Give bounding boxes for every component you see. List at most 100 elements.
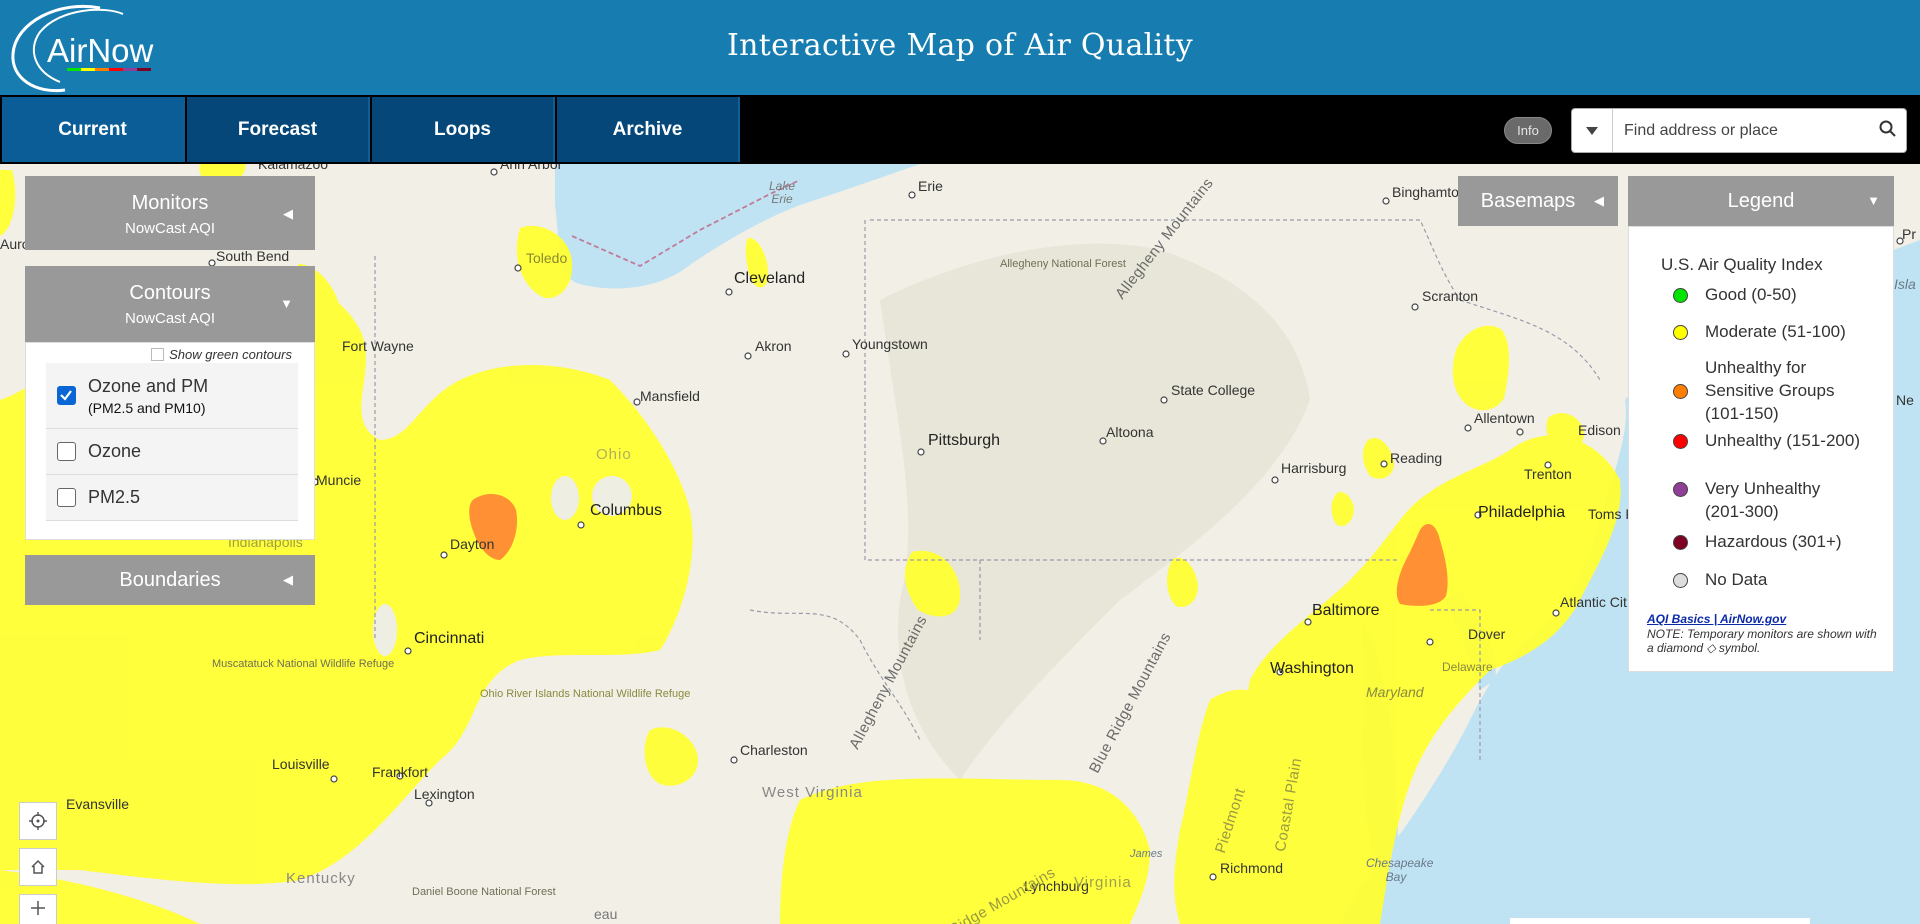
legend-item-unhealthy: Unhealthy (151-200) bbox=[1673, 429, 1860, 452]
locate-icon bbox=[29, 812, 47, 830]
map-label-state: Virginia bbox=[1074, 874, 1132, 891]
ozone-pm-sublabel: (PM2.5 and PM10) bbox=[88, 400, 206, 416]
legend-item-no-data: No Data bbox=[1673, 568, 1860, 591]
map-label: Cleveland bbox=[734, 270, 806, 287]
map-label: Muncie bbox=[316, 472, 362, 488]
map-label: Frankfort bbox=[372, 764, 429, 780]
legend-label: Very Unhealthy (201-300) bbox=[1705, 479, 1821, 521]
aqi-color-dot bbox=[1673, 288, 1688, 303]
info-button[interactable]: Info bbox=[1504, 117, 1552, 144]
legend-label: No Data bbox=[1705, 570, 1768, 589]
aqi-color-dot bbox=[1673, 535, 1688, 550]
contour-option-pm25[interactable]: PM2.5 bbox=[46, 475, 298, 521]
tab-loops[interactable]: Loops bbox=[372, 97, 555, 162]
legend-item-good: Good (0-50) bbox=[1673, 283, 1860, 306]
home-button[interactable] bbox=[19, 848, 57, 886]
boundaries-title: Boundaries bbox=[119, 569, 221, 591]
basemaps-title: Basemaps bbox=[1480, 190, 1576, 212]
map-label: Reading bbox=[1390, 450, 1443, 466]
map-label: Mansfield bbox=[640, 388, 700, 404]
show-green-checkbox[interactable] bbox=[151, 348, 165, 361]
legend-title: Legend bbox=[1727, 190, 1795, 212]
map-label: Binghamton bbox=[1392, 184, 1467, 200]
legend-item-moderate: Moderate (51-100) bbox=[1673, 320, 1860, 343]
map-label: Columbus bbox=[590, 502, 663, 519]
map-label-state: Kentucky bbox=[286, 870, 356, 887]
map-label: Scranton bbox=[1422, 288, 1479, 304]
tab-forecast[interactable]: Forecast bbox=[187, 97, 370, 162]
map-label: Youngstown bbox=[852, 336, 928, 352]
map-label: Dayton bbox=[450, 536, 495, 552]
show-green-contours-toggle[interactable]: Show green contours bbox=[151, 347, 292, 362]
tab-current[interactable]: Current bbox=[2, 97, 185, 162]
map-label-river: James bbox=[1130, 848, 1163, 860]
legend-panel-body: U.S. Air Quality Index Good (0-50) Moder… bbox=[1628, 226, 1894, 672]
legend-label: Good (0-50) bbox=[1705, 285, 1797, 304]
map-label: Toledo bbox=[526, 250, 568, 266]
map-label: Charleston bbox=[740, 742, 808, 758]
basemaps-panel-header[interactable]: Basemaps ◀ bbox=[1458, 176, 1618, 226]
legend-index-title: U.S. Air Quality Index bbox=[1661, 255, 1823, 274]
show-green-label: Show green contours bbox=[169, 347, 292, 362]
legend-item-very-unhealthy: Very Unhealthy (201-300) bbox=[1673, 477, 1860, 523]
map-label-bay: Chesapeake Bay bbox=[1366, 856, 1434, 884]
search-icon[interactable] bbox=[1878, 119, 1898, 139]
pm25-checkbox[interactable] bbox=[57, 488, 76, 507]
map-label: Allentown bbox=[1474, 410, 1535, 426]
map-label: Richmond bbox=[1220, 860, 1284, 876]
monitors-subtitle: NowCast AQI bbox=[124, 220, 216, 237]
attribution-bar bbox=[1510, 918, 1810, 924]
ozone-checkbox[interactable] bbox=[57, 442, 76, 461]
header-bar: AirNow Interactive Map of Air Quality bbox=[0, 0, 1920, 95]
map-label-state: Maryland bbox=[1366, 684, 1424, 700]
map-label: eau bbox=[594, 906, 618, 922]
map-label-state: West Virginia bbox=[762, 784, 863, 801]
map-label: Pr bbox=[1902, 226, 1916, 242]
map-label: Pittsburgh bbox=[928, 432, 1001, 449]
contour-option-ozone-pm[interactable]: Ozone and PM (PM2.5 and PM10) bbox=[46, 363, 298, 429]
legend-item-usg: Unhealthy for Sensitive Groups (101-150) bbox=[1673, 356, 1860, 425]
contour-option-ozone[interactable]: Ozone bbox=[46, 429, 298, 475]
boundaries-panel-header[interactable]: Boundaries ◀ bbox=[25, 555, 315, 605]
contours-panel-header[interactable]: Contours NowCast AQI ▼ bbox=[25, 266, 315, 342]
search-source-dropdown[interactable] bbox=[1572, 109, 1613, 152]
map-label-state: Delaware bbox=[1442, 660, 1493, 674]
contours-subtitle: NowCast AQI bbox=[124, 310, 216, 327]
expand-down-icon: ▼ bbox=[1867, 193, 1880, 208]
plus-icon bbox=[31, 901, 45, 915]
search-input[interactable] bbox=[1622, 117, 1856, 145]
map-label: Baltimore bbox=[1312, 602, 1380, 619]
aqi-color-dot bbox=[1673, 325, 1688, 340]
contours-panel-body: Show green contours Ozone and PM (PM2.5 … bbox=[25, 342, 315, 540]
locate-button[interactable] bbox=[19, 802, 57, 840]
map-label: Atlantic Cit bbox=[1560, 594, 1627, 610]
monitors-panel-header[interactable]: Monitors NowCast AQI ◀ bbox=[25, 176, 315, 250]
ozone-pm-checkbox[interactable] bbox=[57, 386, 76, 405]
map-label: Louisville bbox=[272, 756, 330, 772]
page-title: Interactive Map of Air Quality bbox=[726, 28, 1194, 63]
zoom-in-button[interactable] bbox=[19, 894, 57, 924]
map-label: Harrisburg bbox=[1281, 460, 1347, 476]
map-label: State College bbox=[1171, 382, 1256, 398]
ozone-label: Ozone bbox=[88, 441, 142, 461]
pm25-label: PM2.5 bbox=[88, 487, 141, 507]
collapse-left-icon: ◀ bbox=[1594, 193, 1604, 208]
map-label: Fort Wayne bbox=[342, 338, 414, 354]
aqi-basics-link[interactable]: AQI Basics | AirNow.gov bbox=[1647, 612, 1786, 626]
map-label-park: Daniel Boone National Forest bbox=[412, 886, 556, 898]
map-label: Washington bbox=[1270, 660, 1354, 677]
map-label-lake: Lake Erie bbox=[768, 179, 796, 206]
search-box bbox=[1571, 108, 1907, 153]
legend-label: Moderate (51-100) bbox=[1705, 322, 1846, 341]
aqi-color-dot bbox=[1673, 434, 1688, 449]
map-label: Evansville bbox=[66, 796, 130, 812]
map-label: South Bend bbox=[216, 248, 290, 264]
collapse-left-icon: ◀ bbox=[283, 206, 293, 221]
legend-item-hazardous: Hazardous (301+) bbox=[1673, 530, 1860, 553]
map-label: Altoona bbox=[1106, 424, 1154, 440]
map-label: Trenton bbox=[1524, 466, 1572, 482]
map-label: Edison bbox=[1578, 422, 1621, 438]
legend-panel-header[interactable]: Legend ▼ bbox=[1628, 176, 1894, 226]
tab-archive[interactable]: Archive bbox=[557, 97, 740, 162]
map-label: Dover bbox=[1468, 626, 1506, 642]
